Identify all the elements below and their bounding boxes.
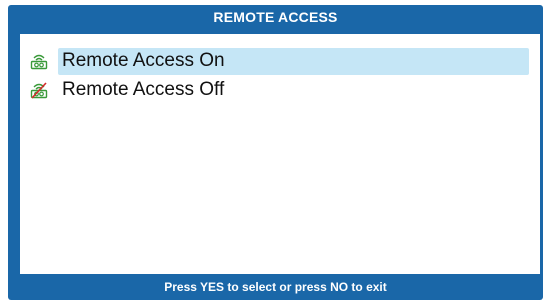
window-title: REMOTE ACCESS [213, 9, 338, 25]
menu-item-label: Remote Access On [62, 50, 225, 71]
remote-access-off-icon [30, 82, 48, 99]
menu-item-remote-access-off[interactable]: Remote Access Off [20, 76, 540, 104]
menu-list: Remote Access On Remote Access Off [20, 34, 540, 274]
remote-access-window: REMOTE ACCESS Remote Access On Remote Ac… [8, 5, 543, 300]
footer-hint: Press YES to select or press NO to exit [164, 280, 387, 294]
remote-access-on-icon [30, 54, 48, 70]
menu-item-remote-access-on[interactable]: Remote Access On [20, 47, 540, 75]
menu-item-label: Remote Access Off [62, 79, 225, 100]
